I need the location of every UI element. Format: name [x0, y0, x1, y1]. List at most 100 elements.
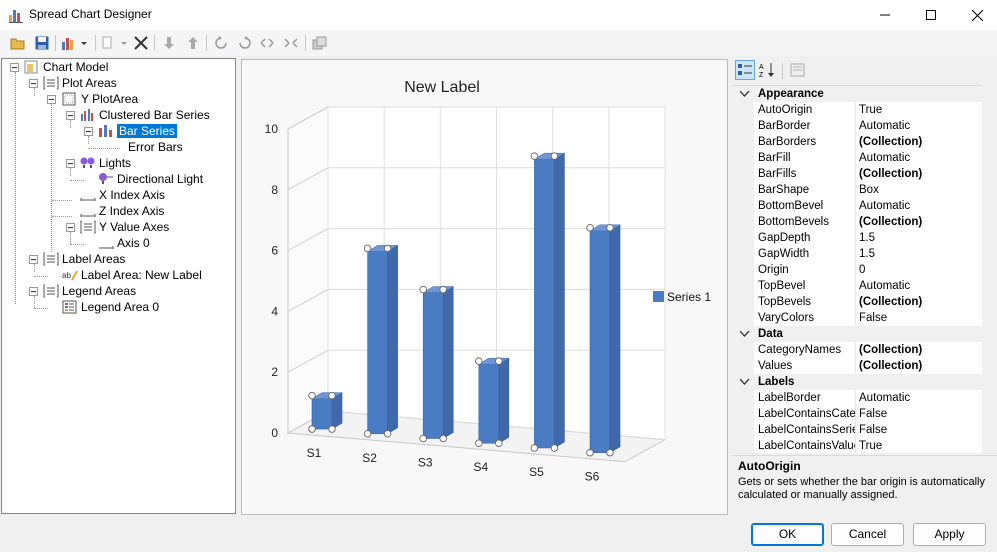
selection-handle[interactable] — [363, 244, 372, 253]
property-row[interactable]: BarFills (Collection) — [732, 166, 982, 182]
selection-handle[interactable] — [550, 444, 559, 452]
collapse-toggle-chart-model[interactable] — [10, 63, 19, 72]
property-value[interactable]: (Collection) — [859, 358, 982, 374]
bar[interactable] — [530, 152, 566, 452]
property-category[interactable]: Data — [732, 326, 982, 342]
property-row[interactable]: GapWidth 1.5 — [732, 246, 982, 262]
property-value[interactable]: (Collection) — [859, 134, 982, 150]
property-row[interactable]: AutoOrigin True — [732, 102, 982, 118]
property-row[interactable]: BarShape Box — [732, 182, 982, 198]
property-row[interactable]: LabelContainsCateg False — [732, 406, 982, 422]
selection-handle[interactable] — [495, 357, 503, 365]
selection-handle[interactable] — [586, 224, 594, 232]
property-value[interactable]: Automatic — [859, 150, 982, 166]
collapse-toggle-bar-series[interactable] — [84, 127, 93, 136]
collapse-toggle-legend-areas[interactable] — [29, 287, 38, 296]
save-button[interactable] — [33, 34, 51, 52]
selection-handle[interactable] — [328, 391, 336, 400]
property-category[interactable]: Labels — [732, 374, 982, 390]
property-row[interactable]: LabelContainsValue True — [732, 438, 982, 453]
property-grid[interactable]: Appearance AutoOrigin True BarBorder Automat… — [732, 85, 997, 453]
property-value[interactable]: 1.5 — [859, 246, 982, 262]
property-value[interactable]: Automatic — [859, 198, 982, 214]
elevation-left-button[interactable] — [258, 34, 276, 52]
selection-handle[interactable] — [530, 444, 539, 452]
property-value[interactable]: False — [859, 310, 982, 326]
selection-handle[interactable] — [475, 439, 483, 447]
tree-node-legend-area-0[interactable]: Legend Area 0 — [62, 299, 159, 315]
property-pages-button[interactable] — [789, 61, 807, 79]
property-value[interactable]: (Collection) — [859, 294, 982, 310]
rotate-x-button[interactable] — [212, 34, 230, 52]
selection-handle[interactable] — [439, 285, 447, 294]
selection-handle[interactable] — [383, 430, 392, 438]
selection-handle[interactable] — [475, 357, 483, 365]
property-row[interactable]: VaryColors False — [732, 310, 982, 326]
selection-handle[interactable] — [550, 152, 559, 160]
selection-handle[interactable] — [419, 285, 427, 294]
property-row[interactable]: LabelBorder Automatic — [732, 390, 982, 406]
property-value[interactable]: False — [859, 422, 982, 438]
tree-node-x-index-axis[interactable]: X Index Axis — [80, 187, 165, 203]
elevation-right-button[interactable] — [282, 34, 300, 52]
bar[interactable] — [363, 244, 399, 438]
move-up-button[interactable] — [184, 34, 202, 52]
tree-node-z-index-axis[interactable]: Z Index Axis — [80, 203, 164, 219]
apply-button[interactable]: Apply — [913, 523, 986, 546]
close-button[interactable] — [954, 0, 997, 30]
chart-title[interactable]: New Label — [404, 79, 480, 96]
selection-handle[interactable] — [606, 448, 614, 457]
tree-node-lights[interactable]: Lights — [80, 155, 131, 171]
property-value[interactable]: 1.5 — [859, 230, 982, 246]
bar[interactable] — [475, 357, 510, 447]
property-row[interactable]: BottomBevel Automatic — [732, 198, 982, 214]
copy-dropdown[interactable] — [101, 34, 129, 52]
property-row[interactable]: BarBorders (Collection) — [732, 134, 982, 150]
property-value[interactable]: (Collection) — [859, 166, 982, 182]
chevron-down-icon[interactable] — [738, 326, 750, 342]
bar[interactable] — [308, 391, 344, 433]
rotate-y-button[interactable] — [236, 34, 254, 52]
property-row[interactable]: BottomBevels (Collection) — [732, 214, 982, 230]
property-value[interactable]: Box — [859, 182, 982, 198]
selection-handle[interactable] — [606, 224, 614, 232]
chart-type-dropdown[interactable] — [60, 34, 90, 52]
tree-node-legend-areas[interactable]: Legend Areas — [43, 283, 136, 299]
tree-node-chart-model[interactable]: Chart Model — [24, 59, 108, 75]
property-row[interactable]: GapDepth 1.5 — [732, 230, 982, 246]
selection-handle[interactable] — [495, 439, 503, 447]
collapse-toggle-clustered-bar-series[interactable] — [66, 111, 75, 120]
tree-node-error-bars[interactable]: Error Bars — [128, 139, 183, 155]
collapse-toggle-y-value-axes[interactable] — [66, 223, 75, 232]
property-row[interactable]: BarBorder Automatic — [732, 118, 982, 134]
property-value[interactable]: False — [859, 406, 982, 422]
property-row[interactable]: BarFill Automatic — [732, 150, 982, 166]
selection-handle[interactable] — [383, 244, 392, 253]
property-grid-scrollbar[interactable] — [982, 85, 997, 453]
chart-model-tree[interactable]: Chart Model Plot Areas Y PlotArea Cluste… — [1, 58, 236, 514]
bar[interactable] — [419, 285, 455, 443]
property-row[interactable]: Origin 0 — [732, 262, 982, 278]
tree-node-y-value-axes[interactable]: Y Value Axes — [80, 219, 169, 235]
property-value[interactable]: Automatic — [859, 278, 982, 294]
tree-node-plot-areas[interactable]: Plot Areas — [43, 75, 117, 91]
property-value[interactable]: Automatic — [859, 390, 982, 406]
property-row[interactable]: TopBevel Automatic — [732, 278, 982, 294]
property-row[interactable]: Values (Collection) — [732, 358, 982, 374]
chart-preview[interactable]: New Label 0 2 4 6 8 10 S1 S2 S3 S4 S5 S6 Series 1 — [241, 59, 728, 515]
selection-handle[interactable] — [586, 448, 594, 457]
property-row[interactable]: LabelContainsSeries False — [732, 422, 982, 438]
property-category[interactable]: Appearance — [732, 86, 982, 102]
alphabetical-button[interactable]: AZ — [759, 61, 777, 79]
property-value[interactable]: (Collection) — [859, 342, 982, 358]
legend[interactable]: Series 1 — [653, 290, 711, 304]
selection-handle[interactable] — [439, 434, 447, 443]
selection-handle[interactable] — [308, 425, 316, 433]
selection-handle[interactable] — [328, 425, 336, 433]
property-row[interactable]: CategoryNames (Collection) — [732, 342, 982, 358]
selection-handle[interactable] — [530, 152, 539, 160]
move-down-button[interactable] — [160, 34, 178, 52]
open-button[interactable] — [9, 34, 27, 52]
ok-button[interactable]: OK — [751, 523, 824, 546]
tree-node-label-area-new-label[interactable]: ab Label Area: New Label — [62, 267, 202, 283]
